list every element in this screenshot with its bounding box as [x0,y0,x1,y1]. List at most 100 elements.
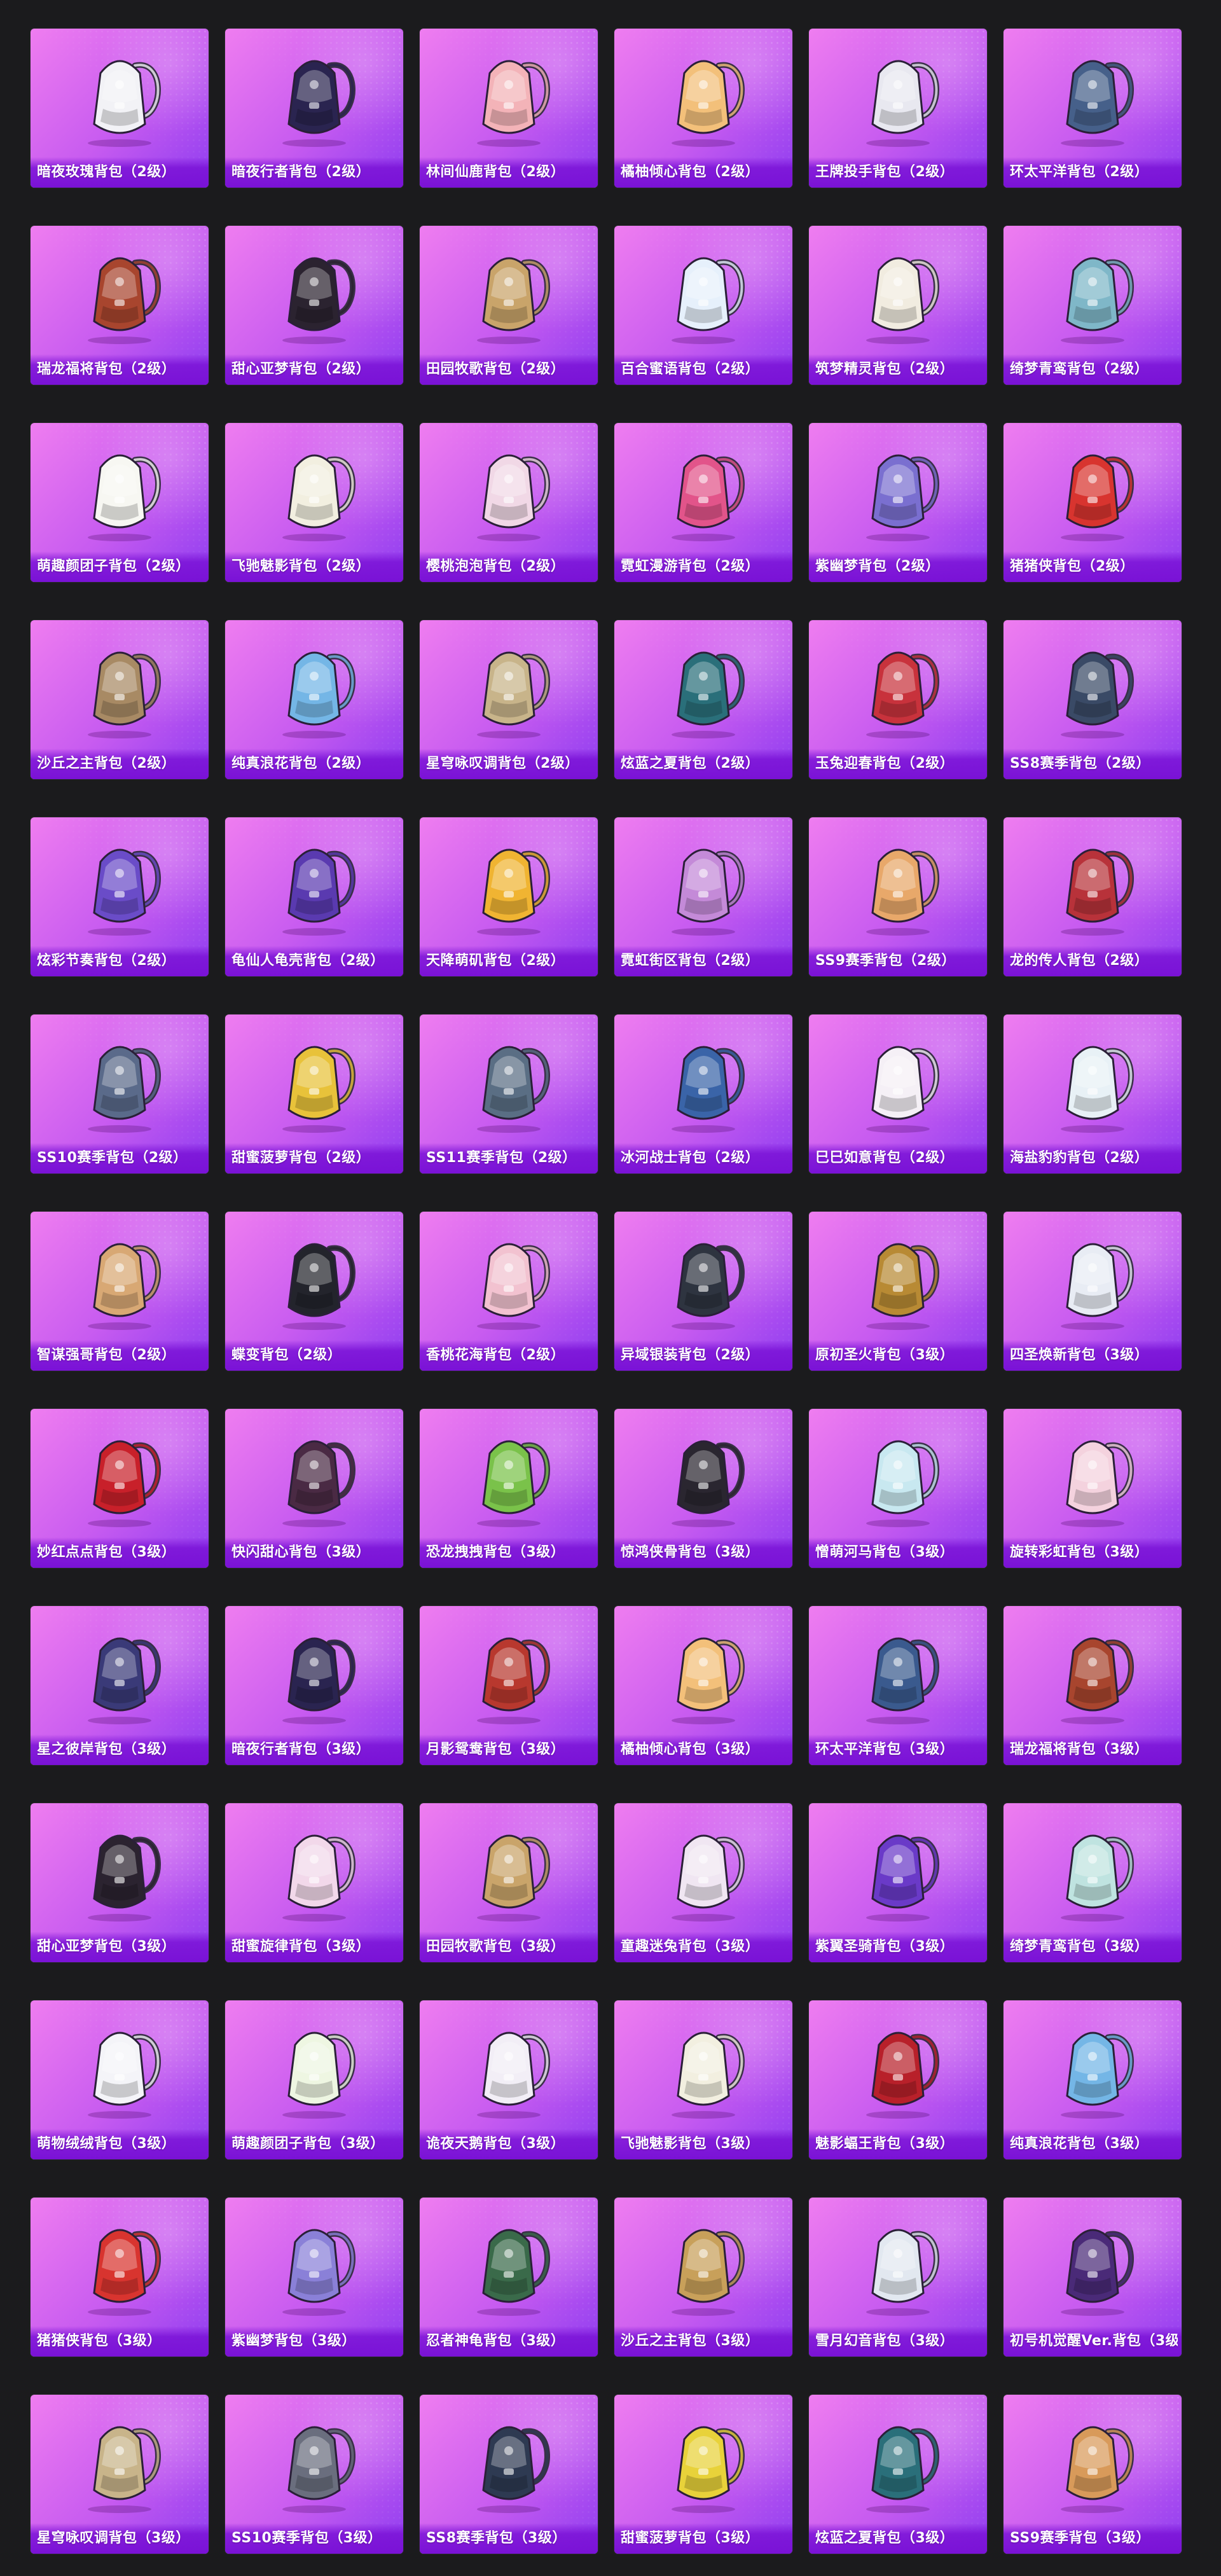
backpack-name: 橘柚倾心背包（2级） [621,164,760,180]
backpack-name: 瑞龙福将背包（3级） [1010,1742,1149,1757]
dragon-armor-backpack-icon [1061,1637,1134,1724]
backpack-card[interactable]: 异域银装背包（2级） [614,1212,792,1371]
backpack-card[interactable]: 甜心亚梦背包（3级） [31,1803,209,1962]
backpack-card[interactable]: SS9赛季背包（3级） [1004,2395,1182,2554]
backpack-card[interactable]: 天降萌矶背包（2级） [420,817,598,976]
backpack-name: 星穹咏叹调背包（2级） [426,756,579,772]
backpack-card[interactable]: 环太平洋背包（3级） [809,1606,987,1765]
backpack-card[interactable]: 筑梦精灵背包（2级） [809,226,987,385]
purple-graffiti-backpack-icon [88,848,161,936]
backpack-card[interactable]: 紫翼圣骑背包（3级） [809,1803,987,1962]
backpack-card[interactable]: SS10赛季背包（3级） [225,2395,403,2554]
backpack-card[interactable]: 巳巳如意背包（2级） [809,1014,987,1174]
backpack-card[interactable]: 百合蜜语背包（2级） [614,226,792,385]
backpack-card[interactable]: 童趣迷兔背包（3级） [614,1803,792,1962]
ladybug-backpack-icon [88,1440,161,1527]
backpack-card[interactable]: 龙的传人背包（2级） [1004,817,1182,976]
backpack-card[interactable]: 甜蜜菠萝背包（3级） [614,2395,792,2554]
backpack-card[interactable]: 星穹咏叹调背包（2级） [420,620,598,779]
white-mask-backpack-icon [1061,1243,1134,1330]
backpack-card[interactable]: 田园牧歌背包（3级） [420,1803,598,1962]
snow-moon-backpack-icon [866,2229,939,2316]
backpack-card[interactable]: 纯真浪花背包（3级） [1004,2000,1182,2159]
backpack-card[interactable]: 暗夜行者背包（2级） [225,29,403,188]
backpack-card[interactable]: 四圣焕新背包（3级） [1004,1212,1182,1371]
backpack-card[interactable]: 冰河战士背包（2级） [614,1014,792,1174]
backpack-card[interactable]: 玉兔迎春背包（2级） [809,620,987,779]
backpack-card[interactable]: 月影鸳鸯背包（3级） [420,1606,598,1765]
backpack-card[interactable]: 瑞龙福将背包（3级） [1004,1606,1182,1765]
backpack-name: 天降萌矶背包（2级） [426,953,565,969]
backpack-card[interactable]: SS8赛季背包（3级） [420,2395,598,2554]
backpack-card[interactable]: SS11赛季背包（2级） [420,1014,598,1174]
backpack-card[interactable]: 蝶变背包（2级） [225,1212,403,1371]
backpack-card[interactable]: 妙红点点背包（3级） [31,1409,209,1568]
backpack-card[interactable]: 暗夜行者背包（3级） [225,1606,403,1765]
backpack-name: 月影鸳鸯背包（3级） [426,1742,565,1757]
backpack-name: 甜心亚梦背包（3级） [37,1939,176,1955]
backpack-name: SS11赛季背包（2级） [426,1150,577,1166]
backpack-card[interactable]: 炫彩节奏背包（2级） [31,817,209,976]
backpack-name: SS8赛季背包（3级） [426,2530,567,2546]
backpack-card[interactable]: 忍者神龟背包（3级） [420,2198,598,2357]
backpack-card[interactable]: 星之彼岸背包（3级） [31,1606,209,1765]
backpack-card[interactable]: 绮梦青鸾背包（3级） [1004,1803,1182,1962]
backpack-card[interactable]: 炫蓝之夏背包（2级） [614,620,792,779]
backpack-card[interactable]: 猪猪侠背包（2级） [1004,423,1182,582]
backpack-card[interactable]: 恐龙拽拽背包（3级） [420,1409,598,1568]
backpack-card[interactable]: 瑞龙福将背包（2级） [31,226,209,385]
backpack-card[interactable]: 甜蜜旋律背包（3级） [225,1803,403,1962]
ornate-box-backpack-icon [477,651,550,738]
backpack-name: 四圣焕新背包（3级） [1010,1347,1149,1363]
backpack-card[interactable]: 绮梦青鸾背包（2级） [1004,226,1182,385]
black-quilted-backpack-icon [88,1834,161,1922]
backpack-card[interactable]: 甜心亚梦背包（2级） [225,226,403,385]
backpack-card[interactable]: 萌物绒绒背包（3级） [31,2000,209,2159]
wooden-frame-backpack-icon [88,651,161,738]
backpack-card[interactable]: 初号机觉醒Ver.背包（3级） [1004,2198,1182,2357]
backpack-card[interactable]: 萌趣颜团子背包（3级） [225,2000,403,2159]
backpack-card[interactable]: 霓虹街区背包（2级） [614,817,792,976]
backpack-card[interactable]: 甜蜜菠萝背包（2级） [225,1014,403,1174]
backpack-card[interactable]: 原初圣火背包（3级） [809,1212,987,1371]
backpack-name: 暗夜行者背包（3级） [231,1742,371,1757]
backpack-card[interactable]: 旋转彩虹背包（3级） [1004,1409,1182,1568]
backpack-card[interactable]: 龟仙人龟壳背包（2级） [225,817,403,976]
butterfly-black-backpack-icon [282,1243,355,1330]
backpack-card[interactable]: 樱桃泡泡背包（2级） [420,423,598,582]
backpack-card[interactable]: SS8赛季背包（2级） [1004,620,1182,779]
backpack-card[interactable]: 萌趣颜团子背包（2级） [31,423,209,582]
backpack-card[interactable]: 橘柚倾心背包（3级） [614,1606,792,1765]
backpack-card[interactable]: 飞驰魅影背包（3级） [614,2000,792,2159]
backpack-card[interactable]: 魅影蝠王背包（3级） [809,2000,987,2159]
backpack-card[interactable]: 纯真浪花背包（2级） [225,620,403,779]
backpack-card[interactable]: 霓虹漫游背包（2级） [614,423,792,582]
backpack-card[interactable]: 猪猪侠背包（3级） [31,2198,209,2357]
backpack-card[interactable]: 暗夜玫瑰背包（2级） [31,29,209,188]
backpack-card[interactable]: 憎萌河马背包（3级） [809,1409,987,1568]
backpack-card[interactable]: 林间仙鹿背包（2级） [420,29,598,188]
backpack-name: 筑梦精灵背包（2级） [815,361,955,377]
backpack-card[interactable]: 环太平洋背包（2级） [1004,29,1182,188]
backpack-card[interactable]: 惊鸿侠骨背包（3级） [614,1409,792,1568]
backpack-card[interactable]: 紫幽梦背包（3级） [225,2198,403,2357]
peach-petal-backpack-icon [477,1243,550,1330]
backpack-card[interactable]: 橘柚倾心背包（2级） [614,29,792,188]
backpack-name: 暗夜玫瑰背包（2级） [37,164,176,180]
backpack-card[interactable]: 智谋强哥背包（2级） [31,1212,209,1371]
backpack-card[interactable]: 海盐豹豹背包（2级） [1004,1014,1182,1174]
backpack-card[interactable]: 诡夜天鹅背包（3级） [420,2000,598,2159]
backpack-card[interactable]: 雪月幻音背包（3级） [809,2198,987,2357]
backpack-card[interactable]: 沙丘之主背包（3级） [614,2198,792,2357]
backpack-card[interactable]: 王牌投手背包（2级） [809,29,987,188]
backpack-card[interactable]: 紫幽梦背包（2级） [809,423,987,582]
backpack-card[interactable]: SS10赛季背包（2级） [31,1014,209,1174]
backpack-card[interactable]: 炫蓝之夏背包（3级） [809,2395,987,2554]
backpack-card[interactable]: 香桃花海背包（2级） [420,1212,598,1371]
backpack-card[interactable]: 沙丘之主背包（2级） [31,620,209,779]
backpack-card[interactable]: 快闪甜心背包（3级） [225,1409,403,1568]
backpack-card[interactable]: 田园牧歌背包（2级） [420,226,598,385]
backpack-card[interactable]: SS9赛季背包（2级） [809,817,987,976]
backpack-card[interactable]: 飞驰魅影背包（2级） [225,423,403,582]
backpack-card[interactable]: 星穹咏叹调背包（3级） [31,2395,209,2554]
